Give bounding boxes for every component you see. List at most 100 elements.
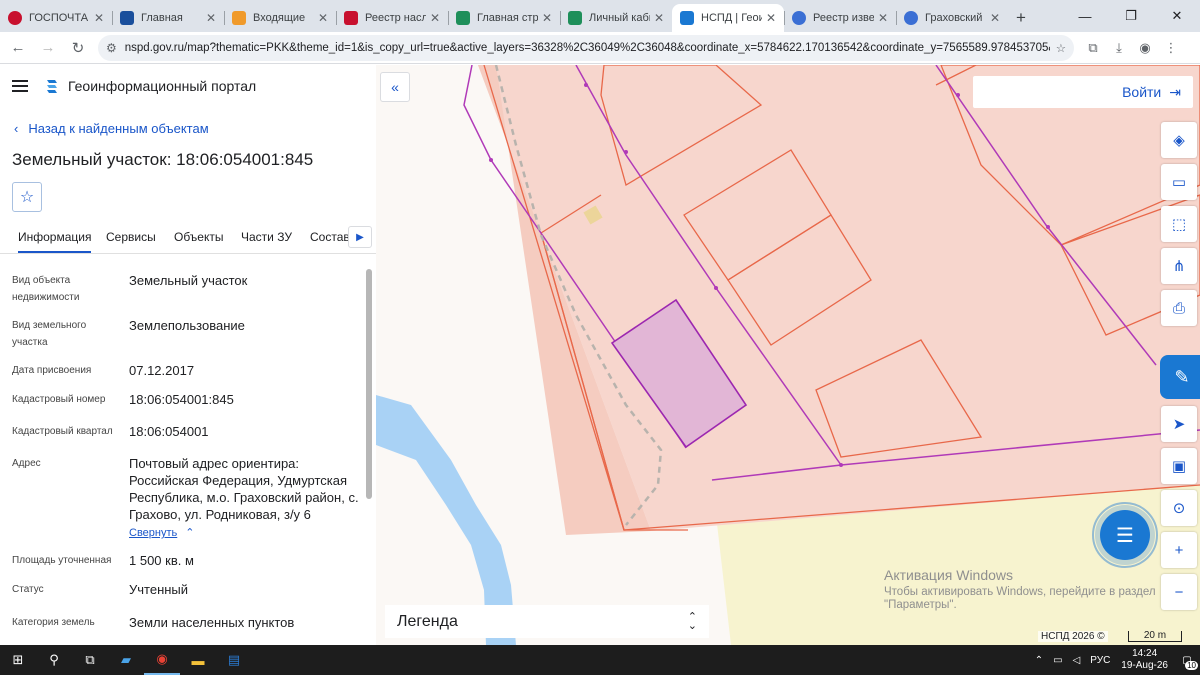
close-tab-icon[interactable]: ✕	[542, 11, 552, 25]
network-icon[interactable]: ▭	[1053, 655, 1062, 666]
tab-parts[interactable]: Части ЗУ	[241, 230, 292, 244]
favorite-button[interactable]: ☆	[12, 182, 42, 212]
area-select-button[interactable]: ⬚	[1161, 206, 1197, 242]
profile-icon[interactable]: ◉	[1132, 40, 1158, 56]
point-search-button[interactable]: ⊙	[1161, 490, 1197, 526]
chat-button[interactable]: ☰	[1100, 510, 1150, 560]
portal-title: Геоинформационный портал	[68, 78, 257, 94]
map-pin-icon: ⊙	[1172, 500, 1186, 517]
url-field[interactable]: ⚙ nspd.gov.ru/map?thematic=PKK&theme_id=…	[98, 34, 1074, 61]
browser-tab[interactable]: Личный кабин✕	[560, 4, 672, 32]
app-icon[interactable]: ▰	[108, 645, 144, 675]
print-button[interactable]: ⎙	[1161, 290, 1197, 326]
map-attribution: НСПД 2026 ©	[1038, 631, 1108, 642]
close-tab-icon[interactable]: ✕	[94, 11, 104, 25]
collapse-link[interactable]: Свернуть ⌃	[129, 526, 194, 539]
browser-tab[interactable]: Входящие ✕	[224, 4, 336, 32]
login-button[interactable]: Войти ⇥	[973, 76, 1193, 108]
task-view-icon[interactable]: ⧉	[72, 645, 108, 675]
minimap-button[interactable]: ▣	[1161, 448, 1197, 484]
layers-button[interactable]: ◈	[1161, 122, 1197, 158]
browser-tab[interactable]: Граховский р ✕	[896, 4, 1008, 32]
feedback-dock-button[interactable]: ✎	[1160, 355, 1200, 399]
extensions-icon[interactable]: ⧉	[1080, 40, 1106, 56]
volume-icon[interactable]: ◁	[1073, 655, 1081, 666]
file-explorer-icon[interactable]: ▬	[180, 645, 216, 675]
close-tab-icon[interactable]: ✕	[206, 11, 216, 25]
shield-favicon-icon	[344, 11, 358, 25]
close-tab-icon[interactable]: ✕	[878, 11, 888, 25]
close-tab-icon[interactable]: ✕	[654, 11, 664, 25]
hamburger-menu-icon[interactable]	[12, 80, 28, 92]
zoom-out-button[interactable]: −	[1161, 574, 1197, 610]
new-tab-button[interactable]: +	[1008, 4, 1034, 32]
printer-icon: ⎙	[1172, 299, 1185, 317]
tab-composition[interactable]: Состав	[310, 230, 350, 244]
download-icon[interactable]: ⤓	[1106, 40, 1132, 56]
address-bar: ← → ↻ ⚙ nspd.gov.ru/map?thematic=PKK&the…	[0, 32, 1200, 64]
minimap-icon: ▣	[1171, 458, 1187, 475]
tab-objects[interactable]: Объекты	[174, 230, 224, 244]
layers-icon: ◈	[1173, 132, 1185, 149]
emblem-favicon-icon	[904, 11, 918, 25]
field-label: Статус	[12, 584, 44, 595]
field-label: Категория земель	[12, 617, 95, 628]
forward-arrow-icon[interactable]: →	[36, 36, 60, 60]
clock[interactable]: 14:24 19-Aug-26	[1121, 648, 1168, 672]
site-info-icon[interactable]: ⚙	[106, 41, 117, 55]
field-label: Вид земельного участка	[12, 320, 87, 348]
emblem-favicon-icon	[792, 11, 806, 25]
address-value: Почтовый адрес ориентира: Российская Фед…	[129, 456, 359, 522]
menu-dots-icon[interactable]: ⋮	[1158, 40, 1184, 56]
field-value: Учтенный	[129, 582, 189, 597]
tab-information[interactable]: Информация	[18, 230, 92, 253]
legend-dropdown[interactable]: Легенда ⌃ ⌄	[385, 605, 709, 638]
close-tab-icon[interactable]: ✕	[990, 11, 1000, 25]
ruler-button[interactable]: ▭	[1161, 164, 1197, 200]
share-button[interactable]: ⋔	[1161, 248, 1197, 284]
browser-tab[interactable]: Главная стран✕	[448, 4, 560, 32]
windows-activation-watermark: Активация Windows Чтобы активировать Win…	[884, 567, 1156, 611]
minimize-icon[interactable]: —	[1062, 0, 1108, 32]
close-tab-icon[interactable]: ✕	[318, 11, 328, 25]
chevron-right-icon: ▶	[356, 231, 364, 243]
field-value: 18:06:054001:845	[129, 392, 234, 407]
windows-start-icon[interactable]: ⊞	[0, 645, 36, 675]
close-tab-icon[interactable]: ✕	[766, 11, 776, 25]
cadastral-map[interactable]: « Войти ⇥ ◈ ▭ ⬚ ⋔ ⎙ ✎ ➤ ▣ ⊙ + − ☰ Активац…	[376, 65, 1200, 645]
notifications-icon[interactable]: ▢ 10	[1174, 645, 1200, 675]
reload-icon[interactable]: ↻	[66, 36, 90, 60]
chrome-icon[interactable]: ◉	[144, 645, 180, 675]
chevron-updown-icon: ⌃ ⌄	[687, 610, 697, 632]
browser-tab[interactable]: Реестр наслед✕	[336, 4, 448, 32]
bookmark-star-icon[interactable]: ☆	[1056, 41, 1066, 55]
browser-tab[interactable]: ГОСПОЧТА ✕	[0, 4, 112, 32]
collapse-panel-button[interactable]: «	[380, 72, 410, 102]
plus-icon: +	[1174, 541, 1184, 559]
document-app-icon[interactable]: ▤	[216, 645, 252, 675]
site-favicon-icon	[456, 11, 470, 25]
zoom-in-button[interactable]: +	[1161, 532, 1197, 568]
browser-tab[interactable]: Реестр извещ✕	[784, 4, 896, 32]
panel-scrollbar-thumb[interactable]	[366, 269, 372, 499]
restore-icon[interactable]: ❐	[1108, 0, 1154, 32]
map-canvas[interactable]	[376, 65, 1200, 645]
mail-favicon-icon	[232, 11, 246, 25]
portal-logo-icon	[47, 80, 57, 93]
geolocation-button[interactable]: ➤	[1161, 406, 1197, 442]
browser-tab-active[interactable]: НСПД | Геоин✕	[672, 4, 784, 32]
back-arrow-icon[interactable]: ←	[6, 36, 30, 60]
back-to-results-link[interactable]: ‹ Назад к найденным объектам	[14, 121, 209, 136]
field-label: Адрес	[12, 458, 41, 469]
close-tab-icon[interactable]: ✕	[430, 11, 440, 25]
close-window-icon[interactable]: ✕	[1154, 0, 1200, 32]
tabs-scroll-right-button[interactable]: ▶	[348, 226, 372, 248]
tab-services[interactable]: Сервисы	[106, 230, 156, 244]
system-tray: ⌃ ▭ ◁ РУС 14:24 19-Aug-26 ▢ 10	[1030, 645, 1200, 675]
browser-tab[interactable]: Главная ✕	[112, 4, 224, 32]
ruler-icon: ▭	[1171, 174, 1187, 191]
language-indicator[interactable]: РУС	[1090, 655, 1110, 666]
search-icon[interactable]: ⚲	[36, 645, 72, 675]
tray-expand-icon[interactable]: ⌃	[1035, 655, 1043, 666]
object-title: Земельный участок: 18:06:054001:845	[12, 150, 314, 169]
